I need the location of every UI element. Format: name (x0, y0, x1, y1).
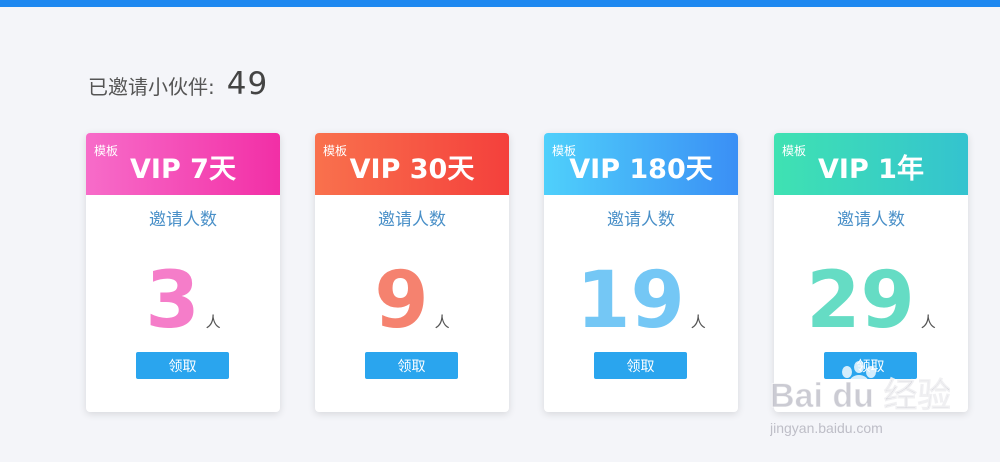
card-subtitle: 邀请人数 (607, 210, 675, 230)
card-subtitle: 邀请人数 (149, 210, 217, 230)
reward-card-vip-30-days: 模板 VIP 30天 邀请人数 9人 领取 (315, 133, 509, 412)
card-number-row: 3人 (86, 251, 280, 351)
top-accent-bar (0, 0, 1000, 7)
watermark-url: jingyan.baidu.com (770, 420, 883, 436)
card-number-row: 9人 (315, 251, 509, 351)
claim-button[interactable]: 领取 (594, 352, 687, 379)
card-header: 模板 VIP 7天 (86, 133, 280, 195)
card-header: 模板 VIP 1年 (774, 133, 968, 195)
card-subtitle: 邀请人数 (837, 210, 905, 230)
card-header: 模板 VIP 180天 (544, 133, 738, 195)
card-title: VIP 1年 (818, 154, 924, 185)
card-subtitle: 邀请人数 (378, 210, 446, 230)
unit-label: 人 (205, 313, 221, 331)
reward-card-vip-1-year: 模板 VIP 1年 邀请人数 29 人 领取 (774, 133, 968, 412)
required-invite-count: 3 (145, 256, 200, 346)
unit-label: 人 (690, 313, 706, 331)
claim-button[interactable]: 领取 (365, 352, 458, 379)
card-title: VIP 30天 (349, 154, 475, 185)
unit-label: 人 (920, 313, 936, 331)
card-number-row: 19 人 (544, 251, 738, 351)
claim-button[interactable]: 领取 (136, 352, 229, 379)
claim-button[interactable]: 领取 (824, 352, 917, 379)
reward-card-vip-180-days: 模板 VIP 180天 邀请人数 19 人 领取 (544, 133, 738, 412)
required-invite-count: 29 (806, 256, 915, 346)
card-title: VIP 180天 (569, 154, 713, 185)
invite-label: 已邀请小伙伴: (88, 75, 215, 99)
card-title: VIP 7天 (130, 154, 236, 185)
invite-count: 49 (226, 66, 269, 102)
reward-card-vip-7-days: 模板 VIP 7天 邀请人数 3人 领取 (86, 133, 280, 412)
unit-label: 人 (434, 313, 450, 331)
card-header: 模板 VIP 30天 (315, 133, 509, 195)
card-number-row: 29 人 (774, 251, 968, 351)
invite-summary: 已邀请小伙伴: 49 (88, 66, 268, 110)
required-invite-count: 9 (374, 256, 429, 346)
required-invite-count: 19 (576, 256, 685, 346)
